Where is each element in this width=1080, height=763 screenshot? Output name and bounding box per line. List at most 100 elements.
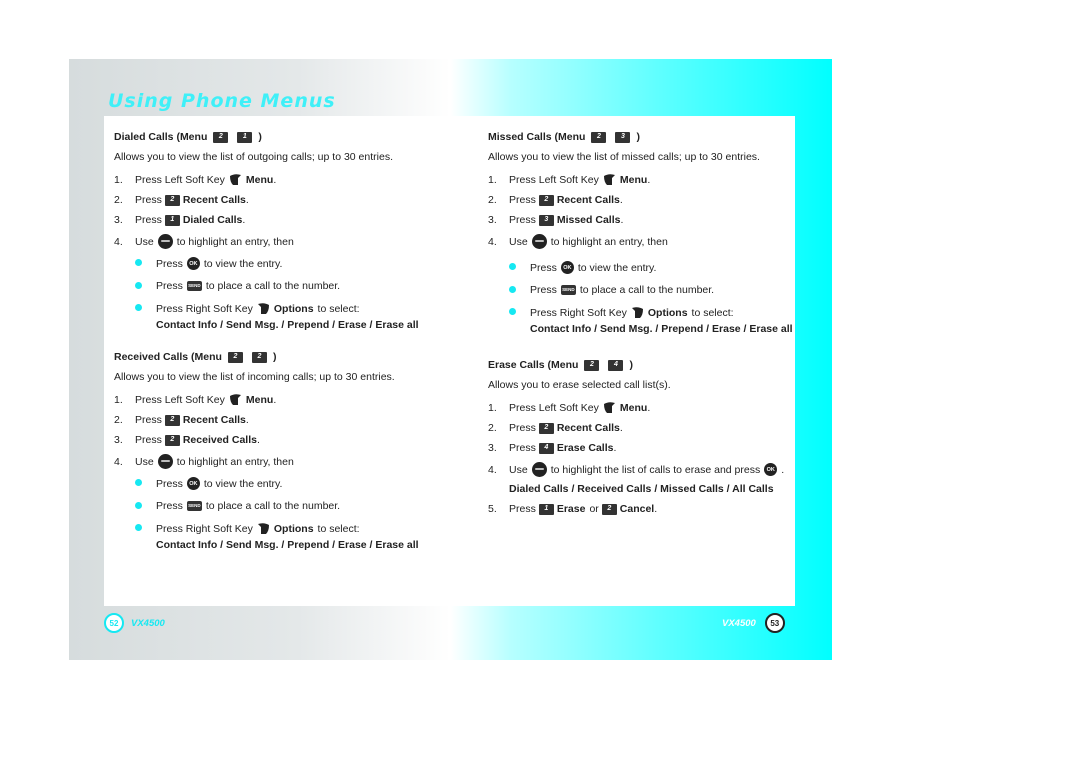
key-3-icon: 3 [538, 214, 554, 226]
key-2-icon: 2 [251, 351, 267, 363]
step-number: 3. [488, 442, 497, 454]
section-heading: Missed Calls (Menu 2 3) [488, 131, 798, 143]
ok-key-icon: OK [186, 477, 200, 490]
period: . [781, 463, 785, 476]
section-title: Erase Calls (Menu [488, 359, 579, 371]
bullet-text: Press Right Soft Key [156, 302, 253, 315]
step-text: Use [509, 463, 528, 476]
left-column: Dialed Calls (Menu 2 1) Allows you to vie… [114, 131, 444, 561]
menu-label: Menu [245, 173, 274, 186]
period: . [273, 393, 277, 406]
bullet-text: to place a call to the number. [579, 284, 715, 296]
bullet-text: Press Right Soft Key [156, 522, 253, 535]
key-2-icon: 2 [601, 503, 617, 515]
step-text: or [589, 503, 599, 515]
ok-key-icon: OK [186, 257, 200, 270]
bullet-text: to view the entry. [577, 261, 657, 274]
erase-options-list: Dialed Calls / Received Calls / Missed C… [509, 483, 774, 495]
page-number-left: 52 [104, 613, 124, 633]
section-dialed-calls: Dialed Calls (Menu 2 1) Allows you to vie… [114, 131, 444, 331]
paren: ) [258, 131, 262, 143]
options-label: Options [273, 302, 314, 315]
step-number: 1. [488, 173, 497, 186]
bullet-text: to select: [317, 522, 360, 535]
bullet-call: Press SEND to place a call to the number. [135, 280, 444, 292]
period: . [619, 422, 623, 434]
bullet-options: Press Right Soft Key Options to select: C… [135, 522, 444, 551]
step-1: 1. Press Left Soft Key Menu. [488, 401, 798, 414]
bullet-text: to view the entry. [203, 257, 283, 270]
options-list: Contact Info / Send Msg. / Prepend / Era… [156, 319, 419, 331]
key-1-icon: 1 [237, 131, 253, 143]
bullet-call: Press SEND to place a call to the number. [509, 284, 798, 296]
step-1: 1. Press Left Soft Key Menu. [114, 393, 444, 406]
step-number: 3. [114, 214, 123, 226]
step-text: Use [135, 455, 154, 468]
section-title: Received Calls (Menu [114, 351, 222, 363]
key-2-icon: 2 [591, 131, 607, 143]
key-1-icon: 1 [538, 503, 554, 515]
period: . [256, 434, 260, 446]
bullet-text: Press Right Soft Key [530, 306, 627, 319]
navigation-key-icon [157, 454, 173, 469]
right-soft-key-icon [257, 523, 269, 534]
bullet-dot [135, 479, 142, 486]
step-2: 2. Press 2 Recent Calls. [114, 414, 444, 426]
menu-label: Menu [619, 401, 648, 414]
step-text: Press [509, 194, 536, 206]
step-text: Press [135, 434, 162, 446]
key-2-icon: 2 [164, 414, 180, 426]
step-text: to highlight an entry, then [176, 455, 294, 468]
right-soft-key-icon [631, 307, 643, 318]
bullet-dot [509, 263, 516, 270]
step-text: Press [509, 503, 536, 515]
key-4-icon: 4 [608, 359, 624, 371]
bullet-dot [509, 286, 516, 293]
step-4-options: Dialed Calls / Received Calls / Missed C… [488, 483, 798, 495]
section-heading: Dialed Calls (Menu 2 1) [114, 131, 444, 143]
key-2-icon: 2 [538, 422, 554, 434]
period: . [245, 414, 249, 426]
step-number: 3. [114, 434, 123, 446]
period: . [273, 173, 277, 186]
bullet-view: Press OK to view the entry. [509, 261, 798, 274]
send-key-icon: SEND [560, 285, 576, 295]
step-number: 2. [488, 422, 497, 434]
step-1: 1. Press Left Soft Key Menu. [488, 173, 798, 186]
bullet-dot [135, 502, 142, 509]
step-3: 3. Press 2 Received Calls. [114, 434, 444, 446]
step-number: 4. [488, 463, 497, 476]
footer-left: 52 VX4500 [104, 613, 165, 633]
left-soft-key-icon [603, 174, 615, 185]
step-5: 5. Press 1 Erase or 2 Cancel. [488, 503, 798, 515]
step-number: 1. [488, 401, 497, 414]
paren: ) [636, 131, 640, 143]
bullet-text: Press [530, 261, 557, 274]
bullet-options: Press Right Soft Key Options to select: C… [509, 306, 798, 335]
recent-calls-label: Recent Calls [182, 194, 246, 206]
step-2: 2. Press 2 Recent Calls. [488, 422, 798, 434]
recent-calls-label: Recent Calls [556, 422, 620, 434]
period: . [613, 442, 617, 454]
step-text: to highlight an entry, then [550, 235, 668, 248]
key-4-icon: 4 [538, 442, 554, 454]
step-text: Press Left Soft Key [509, 173, 599, 186]
step-number: 2. [114, 414, 123, 426]
bullet-text: Press [530, 284, 557, 296]
cancel-label: Cancel [619, 503, 655, 515]
recent-calls-label: Recent Calls [182, 414, 246, 426]
ok-key-icon: OK [764, 463, 778, 476]
period: . [619, 194, 623, 206]
step-text: Press [509, 422, 536, 434]
bullet-text: to view the entry. [203, 477, 283, 490]
step-number: 1. [114, 393, 123, 406]
bullet-dot [135, 304, 142, 311]
bullet-view: Press OK to view the entry. [135, 477, 444, 490]
bullet-text: Press [156, 500, 183, 512]
key-2-icon: 2 [227, 351, 243, 363]
page-title: Using Phone Menus [108, 90, 336, 112]
period: . [245, 194, 249, 206]
send-key-icon: SEND [186, 281, 202, 291]
dialed-calls-label: Dialed Calls [182, 214, 243, 226]
period: . [242, 214, 246, 226]
